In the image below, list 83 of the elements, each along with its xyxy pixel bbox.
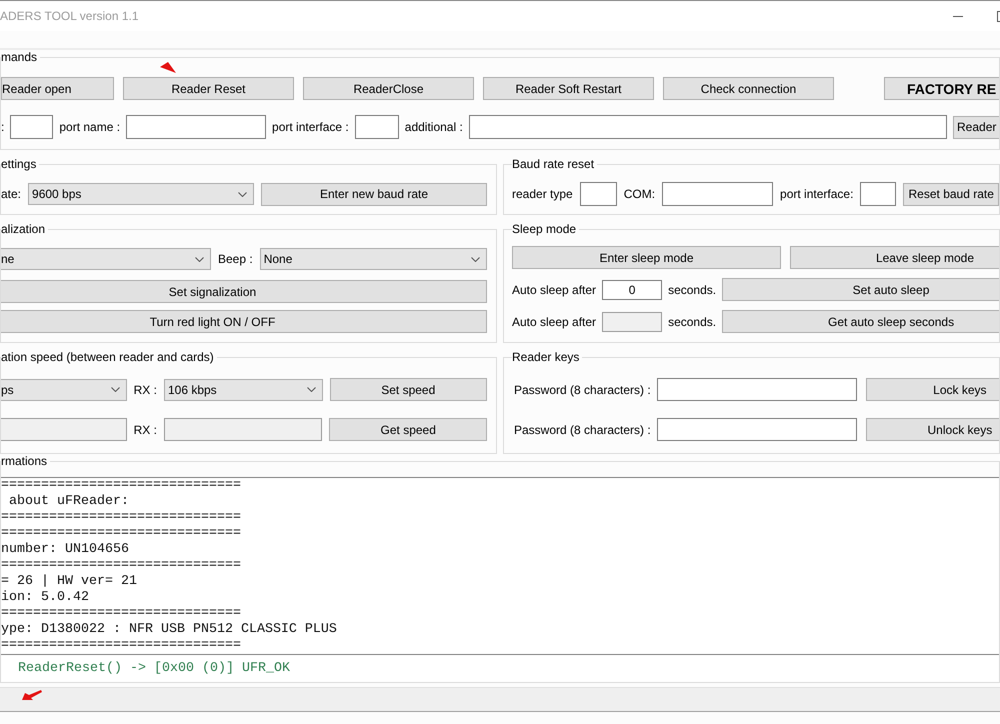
text-field[interactable] (126, 115, 266, 139)
group-title: rmations (1, 454, 48, 468)
seconds-field[interactable]: 0 (602, 280, 662, 300)
reader-button[interactable]: Reader (953, 116, 999, 138)
factory-button[interactable]: FACTORY RE (884, 77, 999, 100)
password-field[interactable] (656, 418, 857, 441)
command-button[interactable]: ReaderClose (303, 77, 474, 100)
group-title: mands (1, 50, 38, 64)
seconds-field[interactable] (602, 312, 662, 332)
command-button[interactable]: Reader open (1, 77, 114, 100)
chevron-down-icon (238, 192, 247, 196)
group-title: Sleep mode (512, 222, 578, 236)
command-button[interactable]: Reader Soft Restart (483, 77, 654, 100)
command-button[interactable]: Check connection (663, 77, 834, 100)
arrow-icon (22, 690, 42, 700)
field-label: port name : (59, 120, 120, 134)
group-title: Baud rate reset (512, 157, 596, 171)
arrow-icon (160, 62, 176, 73)
command-button[interactable]: Set auto sleep (722, 278, 999, 301)
field-label: ate: (1, 187, 22, 201)
field-label: Auto sleep after (512, 314, 596, 328)
maximize-icon[interactable] (997, 10, 1000, 22)
command-button[interactable]: Set signalization (1, 280, 487, 303)
text-field[interactable] (354, 115, 399, 139)
group-title: ation speed (between reader and cards) (1, 350, 215, 364)
rx-speed-field[interactable] (164, 418, 322, 441)
command-button[interactable]: Enter sleep mode (512, 246, 781, 269)
field-label: Beep : (218, 252, 253, 266)
group-title: alization (1, 222, 46, 236)
field-label: Password (8 characters) : (513, 382, 651, 396)
log-line: ============================== (1, 526, 242, 542)
command-button[interactable]: Get auto sleep seconds (722, 310, 999, 333)
field-label: COM: (624, 187, 656, 201)
field-label: reader type (512, 187, 573, 201)
command-button[interactable]: Leave sleep mode (790, 246, 999, 269)
field-label: Auto sleep after (512, 282, 596, 296)
tx-speed-field[interactable] (1, 418, 127, 441)
baud-rate-dropdown[interactable]: 9600 bps (28, 183, 254, 205)
field-label: Password (8 characters) : (513, 422, 651, 436)
password-field[interactable] (656, 378, 857, 401)
status-message: ReaderReset() -> [0x00 (0)] UFR_OK (18, 660, 290, 676)
text-field[interactable] (860, 182, 896, 206)
log-line: ============================== (1, 558, 242, 574)
command-button[interactable]: Unlock keys (866, 418, 999, 441)
log-line: ============================== (1, 606, 242, 622)
command-button[interactable]: Lock keys (866, 378, 999, 401)
field-label: RX : (134, 382, 157, 396)
command-button[interactable]: Turn red light ON / OFF (1, 310, 487, 333)
window-title: ADERS TOOL version 1.1 (0, 9, 139, 23)
command-button[interactable]: Enter new baud rate (261, 182, 487, 206)
field-label: RX : (134, 422, 157, 436)
beep-dropdown[interactable]: None (260, 248, 487, 270)
field-label: : (1, 120, 4, 134)
text-field[interactable] (662, 182, 774, 206)
command-button[interactable]: Get speed (329, 418, 487, 441)
text-field[interactable] (468, 115, 947, 139)
text-field[interactable] (10, 115, 54, 139)
tx-speed-dropdown[interactable]: ps (1, 378, 127, 400)
log-line: ============================== (1, 638, 242, 654)
log-line: ype: D1380022 : NFR USB PN512 CLASSIC PLUS (1, 622, 338, 638)
log-line: ============================== (1, 510, 242, 526)
chevron-down-icon (471, 256, 480, 262)
group-title: ettings (1, 157, 38, 171)
group-title: Reader keys (512, 350, 580, 364)
text-field[interactable] (580, 182, 617, 206)
light-dropdown[interactable]: ne (1, 248, 211, 270)
command-button[interactable]: Reader Reset (123, 77, 294, 100)
command-button[interactable]: Reset baud rate (903, 182, 999, 206)
field-label: additional : (404, 120, 463, 134)
log-line: ion: 5.0.42 (1, 590, 90, 606)
log-line: ============================== (1, 478, 242, 494)
chevron-down-icon (110, 387, 120, 392)
unit-label: seconds. (668, 282, 716, 296)
log-line: = 26 | HW ver= 21 (1, 574, 138, 590)
field-label: port interface : (272, 120, 349, 134)
log-line: about uFReader: (8, 494, 130, 510)
command-button[interactable]: Set speed (330, 378, 487, 401)
field-label: port interface: (780, 187, 854, 201)
chevron-down-icon (306, 387, 316, 392)
chevron-down-icon (195, 256, 204, 262)
log-line: number: UN104656 (1, 542, 130, 558)
unit-label: seconds. (668, 314, 716, 328)
rx-speed-dropdown[interactable]: 106 kbps (164, 378, 322, 400)
